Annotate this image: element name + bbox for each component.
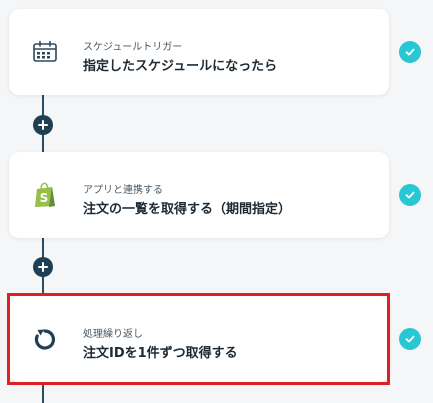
selected-step-highlight	[7, 293, 390, 385]
svg-text:S: S	[40, 191, 49, 205]
plus-icon	[38, 262, 48, 272]
step-title: 注文の一覧を取得する（期間指定）	[83, 202, 292, 217]
completed-check-icon	[399, 184, 421, 206]
step-title: 指定したスケジュールになったら	[83, 59, 278, 74]
flow-step-card[interactable]: スケジュールトリガー 指定したスケジュールになったら	[9, 9, 389, 95]
step-category: スケジュールトリガー	[83, 42, 183, 53]
completed-check-icon	[399, 328, 421, 350]
flow-step-card[interactable]: S アプリと連携する 注文の一覧を取得する（期間指定）	[9, 152, 389, 238]
completed-check-icon	[399, 41, 421, 63]
calendar-schedule-icon	[33, 40, 57, 62]
step-category: アプリと連携する	[83, 185, 163, 196]
shopify-bag-icon: S	[35, 182, 55, 207]
step-icon-wrap	[31, 38, 59, 66]
step-icon-wrap: S	[31, 181, 59, 209]
add-step-button[interactable]	[33, 115, 53, 135]
plus-icon	[38, 120, 48, 130]
add-step-button[interactable]	[33, 257, 53, 277]
